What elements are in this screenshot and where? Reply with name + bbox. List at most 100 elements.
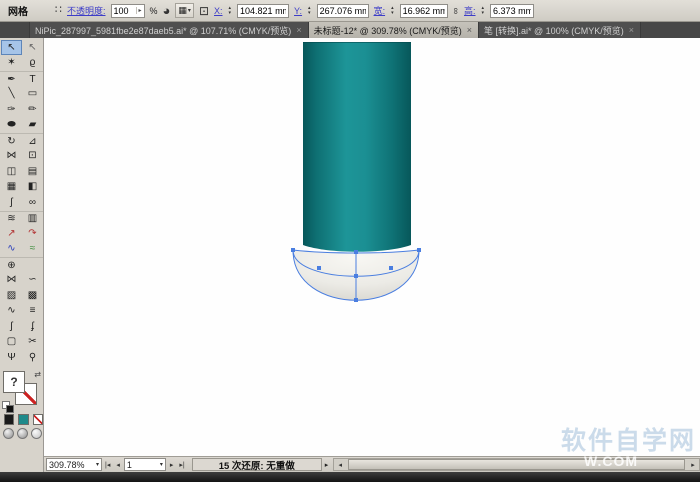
prev-page-button[interactable]: ◂ [113, 461, 123, 469]
scroll-right-button[interactable]: ▸ [687, 461, 699, 469]
eyedropper-tool[interactable]: ʃ [1, 195, 22, 210]
appearance-list-tool[interactable]: ≡ [22, 304, 43, 319]
mesh-tool[interactable]: ▦ [1, 180, 22, 195]
default-fill-stroke-icon[interactable] [2, 401, 10, 409]
pen-tool-icon: ✒ [7, 75, 15, 85]
drawing-mode-row [0, 428, 43, 439]
height-input[interactable] [491, 5, 533, 17]
blend-tool[interactable]: ∞ [22, 195, 43, 210]
width-input[interactable] [401, 5, 447, 17]
pen-artwork[interactable] [291, 40, 421, 306]
blob-brush-tool[interactable]: ⬬ [1, 118, 22, 133]
lasso-tool-icon: ϱ [30, 58, 36, 68]
reference-point-icon[interactable]: ∷ [55, 5, 62, 16]
warp-tool[interactable]: ⋈ [1, 273, 22, 288]
zoom-level-select[interactable]: 309.78% ▾ [46, 458, 102, 471]
next-page-button[interactable]: ▸ [167, 461, 177, 469]
opacity-input[interactable] [112, 5, 136, 17]
wave-tool[interactable]: ∽ [22, 273, 43, 288]
line-segment-tool[interactable]: ╲ [1, 87, 22, 102]
smooth-tool[interactable]: ≈ [22, 242, 43, 257]
wrinkle-tool[interactable]: ▩ [22, 288, 43, 303]
scrollbar-track[interactable] [346, 459, 687, 470]
menu-arrow-icon: ▾ [188, 7, 191, 14]
gradient-tool[interactable]: ◧ [22, 180, 43, 195]
measure-tool[interactable]: ʃ [1, 319, 22, 334]
artboard-select[interactable]: 1 ▾ [124, 458, 166, 471]
width-tool[interactable]: ⋈ [1, 149, 22, 164]
column-graph-tool[interactable]: ▥ [22, 212, 43, 227]
swap-fill-stroke-icon[interactable]: ⇄ [34, 370, 41, 379]
selection-tool[interactable]: ↖ [1, 40, 22, 55]
scale-tool[interactable]: ⊿ [22, 134, 43, 149]
slice-tool[interactable]: ▢ [1, 335, 22, 350]
none-button[interactable] [33, 414, 43, 425]
width-stepper[interactable]: ▴▾ [391, 6, 394, 16]
live-paint-selection-tool[interactable]: ↷ [22, 226, 43, 241]
opacity-link[interactable]: 不透明度: [67, 4, 106, 17]
height-stepper[interactable]: ▴▾ [482, 6, 485, 16]
lasso-tool[interactable]: ϱ [22, 56, 43, 71]
x-label[interactable]: X: [214, 6, 223, 16]
canvas[interactable] [44, 38, 700, 456]
symbol-sprayer-tool-icon: ≋ [7, 214, 15, 224]
opacity-dropdown-icon[interactable]: ▸ [136, 7, 144, 14]
tab-close-icon[interactable]: × [628, 25, 635, 35]
status-expand-button[interactable]: ▸ [322, 461, 332, 469]
horizontal-scrollbar[interactable]: ◂ ▸ [333, 458, 700, 471]
width-label[interactable]: 宽: [374, 4, 386, 17]
magic-wand-tool[interactable]: ✶ [1, 56, 22, 71]
perspective-grid-tool[interactable]: ▤ [22, 164, 43, 179]
tool-row: ʃ∞ [0, 195, 43, 211]
draw-behind-button[interactable] [17, 428, 28, 439]
scroll-left-button[interactable]: ◂ [334, 461, 346, 469]
shape-builder-tool[interactable]: ◫ [1, 164, 22, 179]
x-stepper[interactable]: ▴▾ [229, 6, 232, 16]
link-dimensions-icon[interactable]: ∞ [451, 7, 461, 13]
align-pixel-grid-icon[interactable]: ⊡ [199, 5, 209, 17]
width-tool-icon: ⋈ [7, 151, 17, 161]
scale-tool-icon: ⊿ [28, 137, 36, 147]
x-input[interactable] [238, 5, 288, 17]
scribble-tool[interactable]: ∿ [1, 304, 22, 319]
free-transform-tool[interactable]: ⊡ [22, 149, 43, 164]
live-paint-bucket-tool[interactable]: ↗ [1, 226, 22, 241]
fill-color-swatch[interactable]: ? [3, 371, 25, 393]
hand-tool[interactable]: Ψ [1, 350, 22, 365]
document-tab[interactable]: 未标题-12* @ 309.78% (CMYK/预览)× [309, 22, 479, 38]
last-page-button[interactable]: ▸| [176, 461, 187, 469]
y-label[interactable]: Y: [294, 6, 302, 16]
symbol-sprayer-tool[interactable]: ≋ [1, 212, 22, 227]
document-tab[interactable]: NiPic_287997_5981fbe2e87daeb5.ai* @ 107.… [30, 22, 309, 38]
draw-inside-button[interactable] [31, 428, 42, 439]
pencil-tool[interactable]: ✏ [22, 102, 43, 117]
height-label[interactable]: 高: [464, 4, 476, 17]
scrollbar-thumb[interactable] [348, 459, 685, 470]
zoom-tool[interactable]: ⚲ [22, 350, 43, 365]
gradient-button[interactable] [18, 414, 28, 425]
recolor-artwork-icon[interactable]: ◕ [163, 4, 171, 17]
first-page-button[interactable]: |◂ [102, 461, 113, 469]
ink-dropper-tool[interactable]: ʄ [22, 319, 43, 334]
tab-close-icon[interactable]: × [295, 25, 302, 35]
rotate-tool[interactable]: ↻ [1, 134, 22, 149]
y-input[interactable] [318, 5, 368, 17]
knife-tool[interactable]: ✂ [22, 335, 43, 350]
tab-close-icon[interactable]: × [466, 25, 473, 35]
transform-menu-button[interactable]: ▦ ▾ [175, 3, 194, 18]
tool-row: Ψ⚲ [0, 350, 43, 366]
pen-tool[interactable]: ✒ [1, 72, 22, 87]
direct-selection-tool[interactable]: ↖ [22, 40, 43, 55]
color-button[interactable] [4, 414, 14, 425]
type-tool[interactable]: T [22, 72, 43, 87]
pencil-tool-icon: ✏ [28, 105, 36, 115]
eraser-tool[interactable]: ▰ [22, 118, 43, 133]
perspective-selection-tool[interactable]: ⊕ [1, 258, 22, 273]
document-tab[interactable]: 笔 [转换].ai* @ 100% (CMYK/预览)× [479, 22, 641, 38]
crystallize-tool[interactable]: ▨ [1, 288, 22, 303]
y-stepper[interactable]: ▴▾ [308, 6, 311, 16]
paintbrush-tool[interactable]: ✑ [1, 102, 22, 117]
draw-normal-button[interactable] [3, 428, 14, 439]
rectangle-tool[interactable]: ▭ [22, 87, 43, 102]
curvature-tool[interactable]: ∿ [1, 242, 22, 257]
